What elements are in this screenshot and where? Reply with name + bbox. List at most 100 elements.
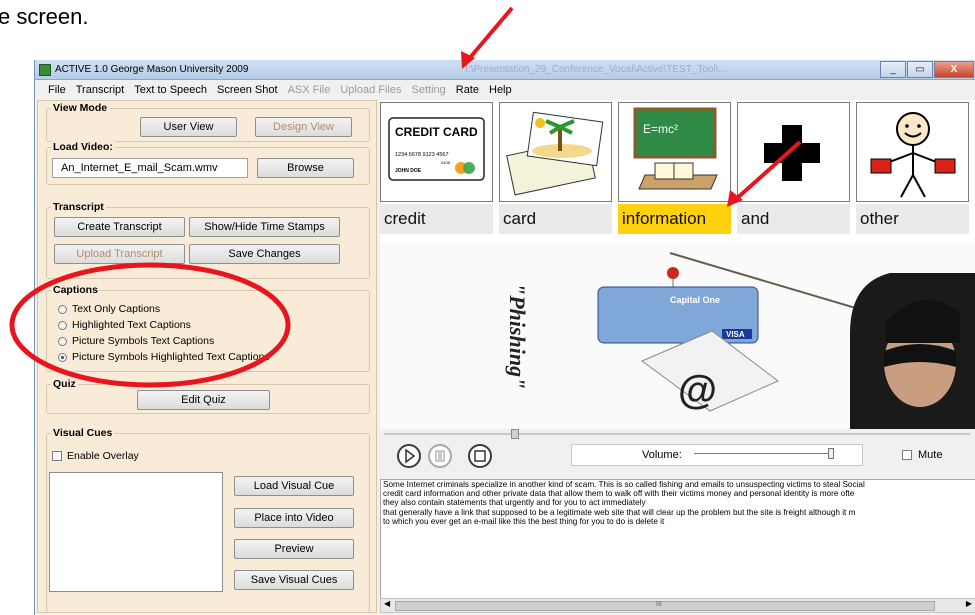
- caption-option-label: Picture Symbols Text Captions: [72, 335, 215, 347]
- enable-overlay-checkbox[interactable]: Enable Overlay: [52, 450, 139, 462]
- video-file-field[interactable]: An_Internet_E_mail_Scam.wmv: [52, 158, 248, 178]
- chalkboard-symbol: E=mc²: [618, 102, 731, 202]
- scroll-thumb[interactable]: III: [395, 601, 935, 611]
- transcript-line: credit card information and other privat…: [383, 489, 855, 499]
- upload-transcript-button[interactable]: Upload Transcript: [54, 244, 185, 264]
- menu-file[interactable]: File: [43, 81, 71, 99]
- visual-cue-list[interactable]: [49, 472, 223, 592]
- menu-transcript[interactable]: Transcript: [71, 81, 130, 99]
- pause-button[interactable]: [428, 444, 452, 468]
- minimize-button[interactable]: _: [880, 61, 906, 78]
- load-visual-cue-button[interactable]: Load Visual Cue: [234, 476, 354, 496]
- show-hide-timestamps-button[interactable]: Show/Hide Time Stamps: [189, 217, 340, 237]
- title-bar[interactable]: ACTIVE 1.0 George Mason University 2009 …: [35, 60, 975, 80]
- volume-box: Volume:: [571, 444, 863, 466]
- edit-quiz-button[interactable]: Edit Quiz: [137, 390, 270, 410]
- card-expiry: 0408: [441, 160, 451, 165]
- transcript-horizontal-scrollbar[interactable]: ◀ III ▶: [380, 598, 975, 613]
- menu-bar: File Transcript Text to Speech Screen Sh…: [35, 81, 975, 99]
- preview-button[interactable]: Preview: [234, 539, 354, 559]
- scroll-right-icon[interactable]: ▶: [966, 599, 972, 608]
- captions-label: Captions: [51, 284, 100, 296]
- radio-selected-icon[interactable]: [58, 352, 67, 362]
- caption-option-picture-symbols[interactable]: Picture Symbols Text Captions: [58, 335, 214, 347]
- enable-overlay-label: Enable Overlay: [67, 450, 139, 462]
- card-brand: Capital One: [670, 295, 720, 305]
- maximize-button[interactable]: ▭: [907, 61, 933, 78]
- caption-option-picture-symbols-highlighted[interactable]: Picture Symbols Highlighted Text Caption…: [58, 351, 270, 363]
- volume-track[interactable]: [694, 453, 832, 454]
- mute-label: Mute: [918, 449, 943, 461]
- caption-word: card: [499, 204, 612, 234]
- caption-option-highlighted[interactable]: Highlighted Text Captions: [58, 319, 191, 331]
- caption-word: credit: [380, 204, 493, 234]
- seek-track[interactable]: [384, 433, 970, 435]
- checkbox-icon[interactable]: [52, 451, 62, 461]
- checkbox-icon[interactable]: [902, 450, 912, 460]
- view-mode-label: View Mode: [51, 102, 110, 114]
- video-frame[interactable]: "Phishing" Capital One VISA @: [380, 243, 975, 429]
- radio-icon[interactable]: [58, 320, 67, 330]
- transcript-line: they also contain statements that urgent…: [383, 498, 646, 508]
- card-number: 1234 5678 9123 4567: [395, 152, 449, 158]
- transcript-label: Transcript: [51, 201, 106, 213]
- window-title-path: I:\Presentation_29_Conference_Vocal\Acti…: [465, 64, 727, 75]
- quiz-label: Quiz: [51, 378, 78, 390]
- player-pane: CREDIT CARD 1234 5678 9123 4567 0408 JOH…: [380, 100, 975, 613]
- caption-option-text-only[interactable]: Text Only Captions: [58, 303, 160, 315]
- design-view-button[interactable]: Design View: [255, 117, 352, 137]
- browse-button[interactable]: Browse: [257, 158, 354, 178]
- transcript-text-box[interactable]: Some Internet criminals specialize in an…: [380, 479, 975, 599]
- place-into-video-button[interactable]: Place into Video: [234, 508, 354, 528]
- caption-area: e screen.: [0, 0, 975, 60]
- stop-icon: [474, 450, 486, 462]
- mute-checkbox[interactable]: Mute: [902, 449, 942, 461]
- menu-text-to-speech[interactable]: Text to Speech: [129, 81, 212, 99]
- card-holder: JOHN DOE: [395, 168, 422, 174]
- pause-icon: [435, 450, 445, 462]
- player-controls: Volume: Mute: [380, 429, 975, 479]
- credit-card-symbol: CREDIT CARD 1234 5678 9123 4567 0408 JOH…: [380, 102, 493, 202]
- radio-icon[interactable]: [58, 336, 67, 346]
- stop-button[interactable]: [468, 444, 492, 468]
- equation-text: E=mc²: [643, 122, 678, 136]
- scroll-grip: III: [656, 601, 662, 608]
- menu-rate[interactable]: Rate: [451, 81, 484, 99]
- create-transcript-button[interactable]: Create Transcript: [54, 217, 185, 237]
- volume-handle[interactable]: [828, 448, 834, 459]
- caption-option-label: Picture Symbols Highlighted Text Caption…: [72, 351, 270, 363]
- postcard-symbol: [499, 102, 612, 202]
- app-window: ACTIVE 1.0 George Mason University 2009 …: [34, 60, 975, 615]
- menu-help[interactable]: Help: [484, 81, 517, 99]
- caption-option-label: Highlighted Text Captions: [72, 319, 191, 331]
- caption-word: and: [737, 204, 850, 234]
- save-changes-button[interactable]: Save Changes: [189, 244, 340, 264]
- menu-upload-files[interactable]: Upload Files: [335, 81, 406, 99]
- transcript-line: Some Internet criminals specialize in an…: [383, 480, 865, 489]
- seek-handle[interactable]: [511, 429, 519, 439]
- visa-logo: VISA: [726, 330, 745, 339]
- transcript-line: to which you ever get an e-mail like thi…: [383, 516, 665, 526]
- scroll-left-icon[interactable]: ◀: [384, 599, 390, 608]
- caption-word-row: credit card information and other: [380, 202, 975, 236]
- caption-fragment: e screen.: [0, 4, 89, 29]
- caption-word-highlighted: information: [618, 204, 731, 234]
- visual-cues-label: Visual Cues: [51, 427, 115, 439]
- user-view-button[interactable]: User View: [140, 117, 237, 137]
- load-video-label: Load Video:: [51, 141, 115, 153]
- caption-option-label: Text Only Captions: [72, 303, 161, 315]
- close-button[interactable]: X: [934, 61, 974, 78]
- save-visual-cues-button[interactable]: Save Visual Cues: [234, 570, 354, 590]
- volume-label: Volume:: [642, 449, 682, 461]
- menu-asx-file[interactable]: ASX File: [283, 81, 336, 99]
- play-icon: [405, 448, 416, 464]
- menu-setting[interactable]: Setting: [407, 81, 451, 99]
- play-button[interactable]: [397, 444, 421, 468]
- radio-icon[interactable]: [58, 304, 67, 314]
- transcript-line: that generally have a link that supposed…: [383, 507, 856, 517]
- menu-screen-shot[interactable]: Screen Shot: [212, 81, 283, 99]
- at-symbol: @: [678, 368, 717, 412]
- card-title: CREDIT CARD: [395, 125, 478, 139]
- picture-symbol-row: CREDIT CARD 1234 5678 9123 4567 0408 JOH…: [380, 100, 975, 203]
- app-icon: [39, 64, 51, 76]
